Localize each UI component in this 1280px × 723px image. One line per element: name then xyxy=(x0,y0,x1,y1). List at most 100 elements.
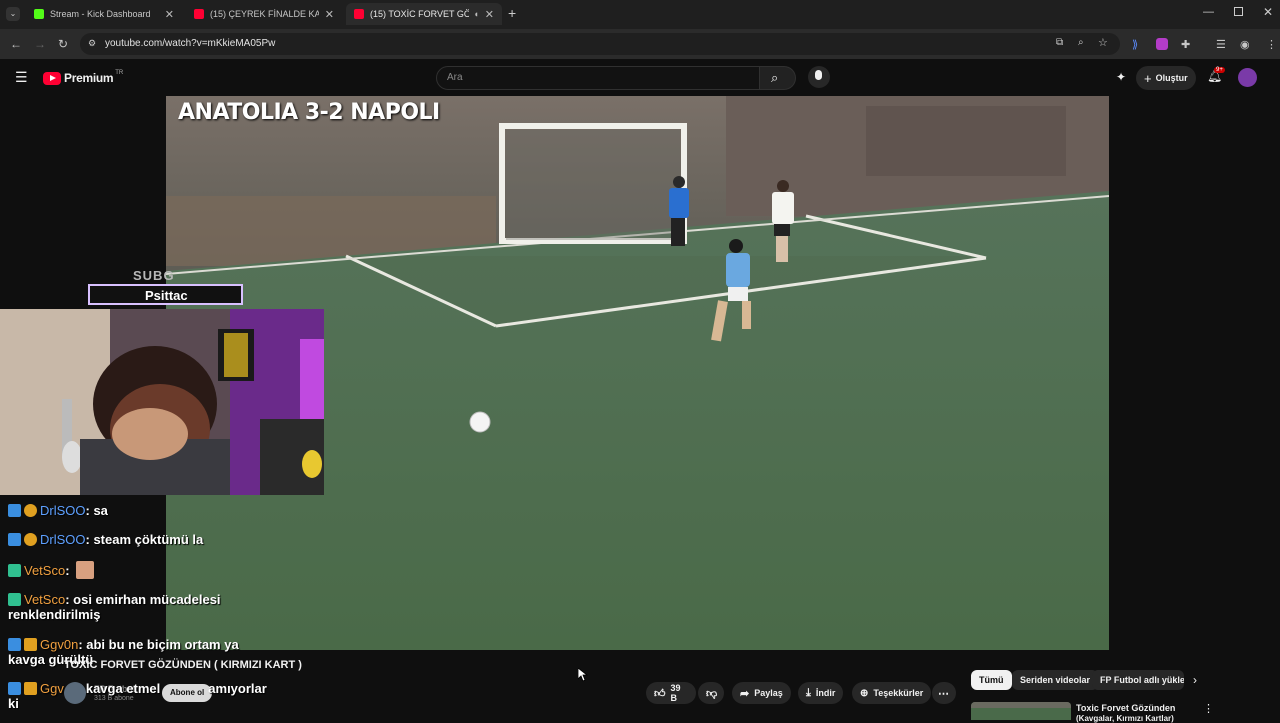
sub-alert-box: Psittac xyxy=(88,284,243,305)
search-button[interactable]: ⌕ xyxy=(760,66,796,90)
chat-text: : osi emirhan mücadelesi xyxy=(65,592,221,607)
address-bar[interactable]: ⚙ youtube.com/watch?v=mKkieMA05Pw ⧉ ⌕ ☆ xyxy=(80,33,1120,55)
restore-icon[interactable] xyxy=(1234,7,1243,16)
site-info-icon[interactable]: ⚙ xyxy=(88,38,96,49)
logo-text: Premium xyxy=(64,71,114,85)
reload-icon[interactable]: ↻ xyxy=(58,37,68,51)
chip-label: FP Futbol adlı yükley xyxy=(1100,675,1184,685)
speaker-icon[interactable]: ◖ xyxy=(473,9,478,19)
close-window-icon[interactable]: ✕ xyxy=(1263,5,1273,19)
hamburger-menu-icon[interactable]: ☰ xyxy=(15,69,28,86)
tab-title: Stream - Kick Dashboard xyxy=(50,9,151,19)
chat-message: VetSco: osi emirhan mücadelesi renklendi… xyxy=(8,592,221,622)
chip-label: Tümü xyxy=(979,675,1004,685)
chat-text: : sa xyxy=(85,503,108,518)
thanks-icon: ⊕ xyxy=(860,687,869,699)
close-icon[interactable]: ✕ xyxy=(485,8,494,21)
chip-all[interactable]: Tümü xyxy=(971,670,1012,690)
more-actions-button[interactable]: ⋯ xyxy=(932,682,956,704)
profile-icon[interactable]: ◉ xyxy=(1240,38,1250,51)
media-control-icon[interactable]: ☰ xyxy=(1216,38,1226,51)
install-icon[interactable]: ⧉ xyxy=(1056,37,1063,48)
minimize-icon[interactable]: — xyxy=(1203,6,1214,18)
like-button[interactable]: 👍︎ 39 B xyxy=(646,682,696,704)
download-label: İndir xyxy=(815,688,836,698)
microphone-icon xyxy=(815,70,822,80)
tab-youtube-toxic[interactable]: (15) TOXİC FORVET GÖZÜN ◖ ✕ xyxy=(346,3,502,25)
badge-icon xyxy=(24,638,37,651)
video-title: TOXİC FORVET GÖZÜNDEN ( KIRMIZI KART ) xyxy=(64,659,302,671)
create-button[interactable]: + Oluştur xyxy=(1136,66,1196,90)
chip-label: Seriden videolar xyxy=(1020,675,1091,685)
chat-text: kavga etmel xyxy=(85,681,161,696)
chevron-right-icon[interactable]: › xyxy=(1193,673,1197,687)
bookmark-star-icon[interactable]: ☆ xyxy=(1098,36,1108,49)
chat-text: : xyxy=(65,563,70,578)
thumbs-up-icon: 👍︎ xyxy=(654,687,666,700)
youtube-icon xyxy=(194,9,204,19)
youtube-icon xyxy=(354,9,364,19)
chat-username: VetSco xyxy=(24,563,66,578)
badge-icon xyxy=(24,682,37,695)
chat-message: Ggv kavga etmel amıyorlar ki xyxy=(8,681,267,711)
chip-channel-uploads[interactable]: FP Futbol adlı yükley xyxy=(1092,670,1184,690)
dislike-button[interactable]: 👎︎ xyxy=(698,682,724,704)
chip-series-videos[interactable]: Seriden videolar xyxy=(1012,670,1099,690)
thanks-label: Teşekkürler xyxy=(873,688,924,698)
extensions-puzzle-icon[interactable]: ✚ xyxy=(1181,38,1190,51)
recommended-thumbnail[interactable] xyxy=(971,702,1071,720)
chat-username: DrlSOO xyxy=(40,532,86,547)
recommended-title[interactable]: Toxic Forvet Gözünden xyxy=(1076,703,1175,713)
badge-icon xyxy=(8,638,21,651)
forward-icon[interactable]: → xyxy=(34,37,46,51)
close-icon[interactable]: ✕ xyxy=(165,8,174,21)
badge-icon xyxy=(8,504,21,517)
recommended-subtitle: (Kavgalar, Kırmızı Kartlar) xyxy=(1076,714,1174,723)
download-button[interactable]: ⤓ İndir xyxy=(798,682,844,704)
chat-username: Ggv xyxy=(40,681,64,696)
badge-icon xyxy=(8,593,21,606)
search-box[interactable]: Ara xyxy=(436,66,760,90)
chat-text-mid: amıyorlar xyxy=(208,681,267,696)
badge-icon xyxy=(8,682,21,695)
badge-icon xyxy=(8,564,21,577)
more-icon: ⋯ xyxy=(938,687,949,700)
notification-badge: 9+ xyxy=(1214,67,1225,73)
chat-username: VetSco xyxy=(24,592,66,607)
tab-youtube-ceyrek[interactable]: (15) ÇEYREK FİNALDE KAVGA Ç ✕ xyxy=(186,3,342,25)
chat-text: : abi bu ne biçim ortam ya xyxy=(78,637,239,652)
cast-icon[interactable]: ✦ xyxy=(1116,70,1126,84)
avatar[interactable] xyxy=(1238,68,1257,87)
badge-icon xyxy=(8,533,21,546)
badge-icon xyxy=(24,504,37,517)
thanks-button[interactable]: ⊕ Teşekkürler xyxy=(852,682,932,704)
zoom-icon[interactable]: ⌕ xyxy=(1078,37,1084,48)
share-icon: ➦ xyxy=(740,687,750,700)
share-button[interactable]: ➦ Paylaş xyxy=(732,682,791,704)
kebab-menu-icon[interactable]: ⋮ xyxy=(1203,702,1214,715)
back-icon[interactable]: ← xyxy=(10,37,22,51)
youtube-logo[interactable]: Premium TR xyxy=(43,70,123,85)
extension-icon[interactable] xyxy=(1156,38,1168,50)
youtube-header: ☰ Premium TR Ara ⌕ ✦ + Oluştur 🔔︎ 9+ xyxy=(0,59,1280,96)
voice-search-button[interactable] xyxy=(808,66,830,88)
kick-icon xyxy=(34,9,44,19)
chat-message: DrlSOO: steam çöktümü la xyxy=(8,532,203,547)
tab-kick-dashboard[interactable]: Stream - Kick Dashboard ✕ xyxy=(26,3,182,25)
tab-title: (15) ÇEYREK FİNALDE KAVGA Ç xyxy=(210,9,319,19)
emote-icon xyxy=(76,561,95,579)
youtube-play-icon xyxy=(43,71,61,85)
close-icon[interactable]: ✕ xyxy=(325,8,334,21)
tab-search-icon[interactable]: ⌄ xyxy=(6,7,20,21)
search-input[interactable]: Ara xyxy=(447,72,463,83)
thumbs-down-icon: 👎︎ xyxy=(706,687,718,700)
chat-username: DrlSOO xyxy=(40,503,86,518)
plus-icon: + xyxy=(1144,70,1152,86)
menu-icon[interactable]: ⋮ xyxy=(1266,38,1277,51)
chat-message: VetSco: xyxy=(8,561,95,579)
extension-icon[interactable]: ⟫ xyxy=(1132,38,1138,51)
streamer-webcam xyxy=(0,309,324,495)
share-label: Paylaş xyxy=(754,688,783,698)
new-tab-icon[interactable]: + xyxy=(508,5,516,21)
sub-alert-label: SUBG xyxy=(133,268,175,283)
